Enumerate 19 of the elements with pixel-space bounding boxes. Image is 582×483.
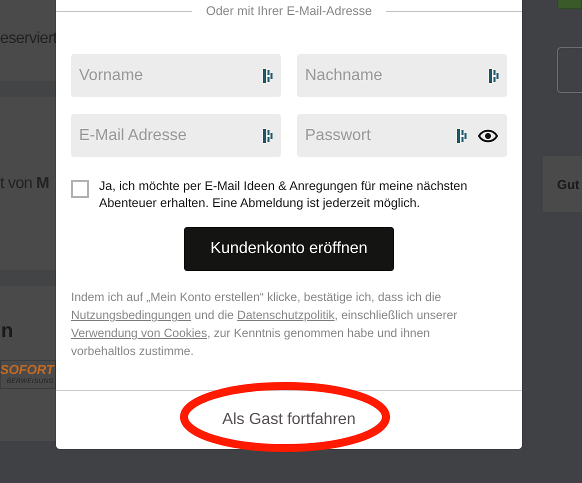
password-manager-icon[interactable] [263, 69, 273, 83]
guest-link[interactable]: Als Gast fortfahren [222, 411, 356, 429]
legal-text: Indem ich auf „Mein Konto erstellen“ klicke, bestätige ich, dass ich die Nutzungsbedingungen und die Datenschutzpolitik, einschließlich unserer Verwendung von Cookies, zur Kenntnis genommen habe und ihnen vorbehaltlos zustimme. [70, 289, 458, 360]
input-field[interactable]: Passwort [297, 114, 507, 157]
password-manager-icon[interactable] [263, 129, 273, 143]
input-field[interactable]: E-Mail Adresse [71, 114, 281, 157]
newsletter-label: Ja, ich möchte per E-Mail Ideen & Anregungen für meine nächsten Abenteuer erhalten. Eine Abmeldung ist jederzeit möglich. [99, 178, 468, 212]
divider-label: Oder mit Ihrer E-Mail-Adresse [206, 4, 372, 18]
password-manager-icon[interactable] [457, 129, 467, 143]
legal-link[interactable]: Nutzungsbedingungen [71, 308, 192, 322]
password-manager-icon[interactable] [489, 69, 499, 83]
checkbox[interactable] [71, 180, 89, 198]
input-field[interactable]: Vorname [71, 54, 281, 97]
legal-link[interactable]: Verwendung von Cookies [71, 326, 208, 340]
create-account-button[interactable]: Kundenkonto eröffnen [184, 227, 394, 271]
outlined-box [557, 47, 582, 93]
legal-link[interactable]: Datenschutzpolitik [237, 308, 335, 322]
show-password-icon[interactable] [478, 129, 498, 143]
input-field[interactable]: Nachname [297, 54, 507, 97]
